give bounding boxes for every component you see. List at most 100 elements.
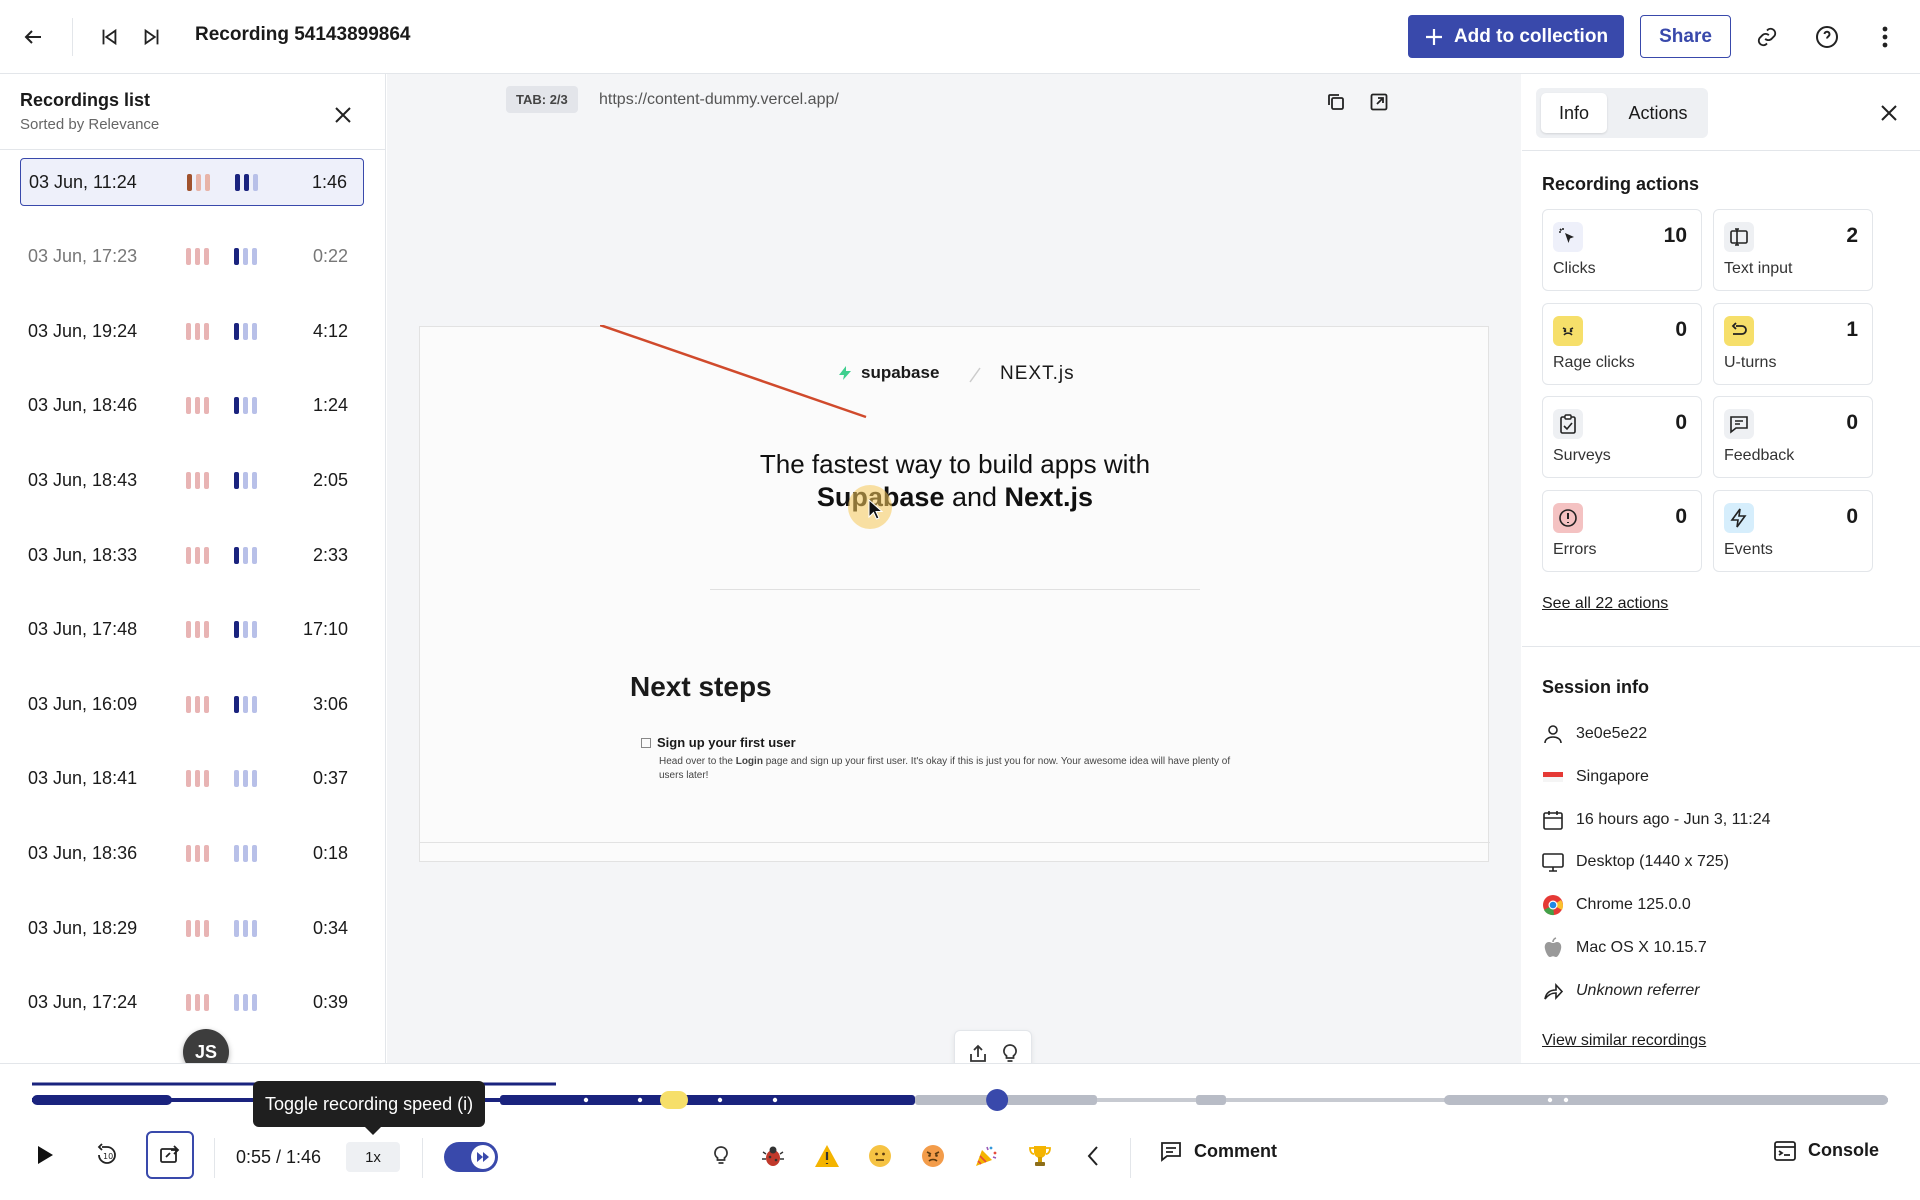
engagement-bars-icon bbox=[234, 919, 257, 937]
recording-title: Recording 54143899864 bbox=[195, 24, 411, 45]
chrome-icon bbox=[1542, 894, 1564, 916]
warning-icon[interactable] bbox=[813, 1142, 841, 1170]
action-card-text-input[interactable]: 2 Text input bbox=[1713, 209, 1873, 291]
previous-recording-icon[interactable] bbox=[92, 20, 126, 54]
back-arrow-icon[interactable] bbox=[16, 20, 50, 54]
list-item[interactable]: 03 Jun, 18:29 0:34 bbox=[20, 904, 364, 952]
rewind-10-icon[interactable]: 10 bbox=[92, 1135, 122, 1175]
list-item[interactable]: 03 Jun, 18:36 0:18 bbox=[20, 829, 364, 877]
recording-date: 03 Jun, 16:09 bbox=[28, 693, 138, 714]
close-icon[interactable] bbox=[326, 98, 360, 132]
speed-toggle[interactable]: 1x bbox=[346, 1142, 400, 1172]
share-arrow-icon bbox=[1542, 980, 1564, 1002]
step-description: Head over to the Login page and sign up … bbox=[659, 755, 1249, 783]
view-similar-recordings-link[interactable]: View similar recordings bbox=[1542, 1032, 1706, 1050]
info-actions-tabs: Info Actions bbox=[1536, 88, 1708, 138]
session-info-text: Chrome 125.0.0 bbox=[1576, 896, 1691, 914]
top-bar: Recording 54143899864 Add to collection … bbox=[0, 0, 1920, 74]
engagement-bars-icon bbox=[235, 173, 258, 191]
list-item[interactable]: 03 Jun, 11:24 1:46 bbox=[20, 158, 364, 206]
action-count: 0 bbox=[1846, 411, 1858, 434]
neutral-face-icon[interactable] bbox=[866, 1142, 894, 1170]
panel-divider bbox=[1522, 150, 1920, 151]
angry-face-icon[interactable] bbox=[919, 1142, 947, 1170]
open-external-icon[interactable] bbox=[1365, 88, 1393, 116]
recording-date: 03 Jun, 18:29 bbox=[28, 917, 138, 938]
skip-inactivity-icon[interactable] bbox=[146, 1131, 194, 1179]
link-icon[interactable] bbox=[1750, 20, 1784, 54]
timeline-playhead bbox=[986, 1089, 1009, 1111]
list-item[interactable]: 03 Jun, 18:46 1:24 bbox=[20, 382, 364, 430]
tab-badge: TAB: 2/3 bbox=[506, 86, 578, 113]
recording-duration: 17:10 bbox=[302, 619, 348, 640]
action-label: Events bbox=[1724, 540, 1773, 558]
action-card-clicks[interactable]: 10 Clicks bbox=[1542, 209, 1702, 291]
action-card-events[interactable]: 0 Events bbox=[1713, 489, 1873, 572]
recording-duration: 0:18 bbox=[312, 842, 348, 863]
recordings-list-sort[interactable]: Sorted by Relevance bbox=[20, 116, 159, 133]
tab-info[interactable]: Info bbox=[1541, 93, 1607, 133]
hero-line-2: Supabase and Next.js bbox=[420, 482, 1490, 513]
recording-date: 03 Jun, 18:46 bbox=[28, 395, 138, 416]
supabase-logo-text: supabase bbox=[861, 363, 940, 382]
fast-forward-icon bbox=[471, 1145, 495, 1169]
list-item[interactable]: 03 Jun, 18:33 2:33 bbox=[20, 531, 364, 579]
chat-icon bbox=[1724, 409, 1754, 439]
chevron-left-icon[interactable] bbox=[1079, 1142, 1107, 1170]
recording-date: 03 Jun, 18:36 bbox=[28, 842, 138, 863]
action-card-surveys[interactable]: 0 Surveys bbox=[1542, 396, 1702, 478]
recording-date: 03 Jun, 18:33 bbox=[28, 544, 138, 565]
list-item[interactable]: 03 Jun, 17:24 0:39 bbox=[20, 979, 364, 1027]
list-item[interactable]: 03 Jun, 17:48 17:10 bbox=[20, 606, 364, 654]
recording-duration: 2:05 bbox=[312, 469, 348, 490]
clipboard-check-icon bbox=[1553, 409, 1583, 439]
action-count: 0 bbox=[1675, 317, 1687, 341]
console-icon bbox=[1774, 1140, 1796, 1161]
panel-divider bbox=[1522, 646, 1920, 647]
close-icon[interactable] bbox=[1872, 96, 1906, 130]
list-item[interactable]: 03 Jun, 19:24 4:12 bbox=[20, 307, 364, 355]
trophy-icon[interactable] bbox=[1026, 1142, 1054, 1170]
list-item[interactable]: 03 Jun, 17:23 0:22 bbox=[20, 233, 364, 281]
mouse-trail-line bbox=[600, 325, 867, 419]
session-info-text: 16 hours ago - Jun 3, 11:24 bbox=[1576, 810, 1771, 828]
see-all-actions-link[interactable]: See all 22 actions bbox=[1542, 595, 1668, 613]
user-icon bbox=[1542, 723, 1564, 745]
list-item[interactable]: 03 Jun, 16:09 3:06 bbox=[20, 680, 364, 728]
logo-slash bbox=[969, 367, 981, 383]
controls-divider bbox=[422, 1138, 423, 1178]
text-input-icon bbox=[1724, 222, 1754, 252]
recording-date: 03 Jun, 17:24 bbox=[28, 992, 138, 1013]
recordings-list-header: Recordings list Sorted by Relevance bbox=[0, 74, 385, 150]
action-card-feedback[interactable]: 0 Feedback bbox=[1713, 396, 1873, 478]
console-button[interactable]: Console bbox=[1774, 1140, 1879, 1161]
comment-button[interactable]: Comment bbox=[1160, 1140, 1277, 1162]
action-card-errors[interactable]: 0 Errors bbox=[1542, 489, 1702, 572]
skip-inactive-toggle[interactable] bbox=[444, 1142, 498, 1172]
more-menu-icon[interactable] bbox=[1868, 20, 1902, 54]
list-item[interactable]: 03 Jun, 18:41 0:37 bbox=[20, 755, 364, 803]
list-item[interactable]: 03 Jun, 18:43 2:05 bbox=[20, 456, 364, 504]
share-button[interactable]: Share bbox=[1640, 15, 1731, 58]
apple-icon bbox=[1542, 937, 1564, 959]
action-card-rage-clicks[interactable]: 0 Rage clicks bbox=[1542, 302, 1702, 385]
next-recording-icon[interactable] bbox=[135, 20, 169, 54]
action-card-u-turns[interactable]: 1 U-turns bbox=[1713, 302, 1873, 385]
session-info-row: 3e0e5e22 bbox=[1542, 723, 1647, 745]
play-icon[interactable] bbox=[30, 1135, 60, 1175]
add-to-collection-button[interactable]: Add to collection bbox=[1408, 15, 1624, 58]
timeline-event-dot bbox=[1563, 1097, 1569, 1103]
frustration-bars-icon bbox=[186, 546, 209, 564]
help-icon[interactable] bbox=[1810, 20, 1844, 54]
frustration-bars-icon bbox=[186, 919, 209, 937]
player-url-bar: TAB: 2/3 https://content-dummy.vercel.ap… bbox=[387, 74, 1521, 128]
comment-icon bbox=[1161, 1142, 1181, 1162]
session-info-row: Desktop (1440 x 725) bbox=[1542, 851, 1729, 873]
bug-icon[interactable] bbox=[759, 1142, 787, 1170]
recording-duration: 0:34 bbox=[312, 917, 348, 938]
tab-actions[interactable]: Actions bbox=[1614, 93, 1702, 133]
next-steps-heading: Next steps bbox=[630, 671, 772, 702]
lightbulb-icon[interactable] bbox=[707, 1142, 735, 1170]
copy-icon[interactable] bbox=[1322, 88, 1350, 116]
party-icon[interactable] bbox=[972, 1142, 1000, 1170]
